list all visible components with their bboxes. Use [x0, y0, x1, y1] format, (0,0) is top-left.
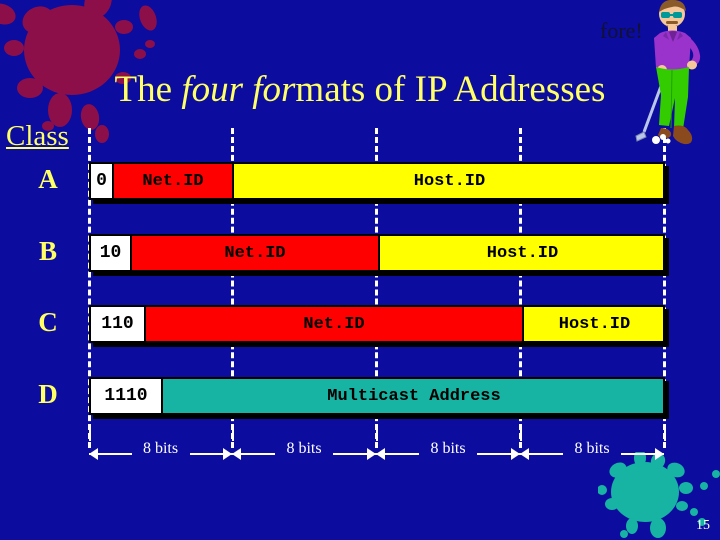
segment-netid-c: Net.ID [144, 307, 524, 341]
segment-hostid-c: Host.ID [522, 307, 663, 341]
ruler-arrow-left-icon [89, 448, 98, 460]
ruler-tick-4 [664, 430, 666, 441]
ruler-arrow-right-icon [223, 448, 232, 460]
title-part-1: The [114, 69, 182, 110]
segment-prefix-a: 0 [91, 164, 114, 198]
ruler-label-1: 8 bits [275, 440, 333, 458]
ruler-measure-2: 8 bits [376, 440, 520, 466]
title-part-italic: four for [181, 69, 296, 110]
address-bar-d: Multicast Address 1110 [89, 377, 665, 415]
ruler-measure-1: 8 bits [232, 440, 376, 466]
ruler-label-0: 8 bits [131, 440, 190, 458]
ruler-label-2: 8 bits [419, 440, 477, 458]
segment-hostid-a: Host.ID [232, 164, 663, 198]
slide-canvas: fore! The four formats of IP Addresses C… [0, 0, 720, 540]
slide-page-number: 15 [696, 518, 710, 533]
address-bar-a: Host.ID Net.ID 0 [89, 162, 665, 200]
address-bar-b: Host.ID Net.ID 10 [89, 234, 665, 272]
class-letter-c: C [38, 307, 58, 337]
segment-hostid-b: Host.ID [378, 236, 663, 270]
ruler-tick-2 [376, 430, 378, 441]
class-letter-b: B [38, 236, 57, 266]
class-column-header: Class [6, 120, 69, 152]
ruler-tick-1 [232, 430, 234, 441]
class-letter-a: A [38, 164, 58, 194]
segment-prefix-d: 1110 [91, 379, 163, 413]
ruler-arrow-right-icon [511, 448, 520, 460]
ruler-arrow-left-icon [232, 448, 241, 460]
ruler-measure-0: 8 bits [89, 440, 232, 466]
ruler-tick-3 [520, 430, 522, 441]
ruler-arrow-right-icon [655, 448, 664, 460]
title-part-2: mats of IP Addresses [295, 69, 606, 110]
segment-netid-a: Net.ID [112, 164, 234, 198]
bit-width-ruler: 8 bits 8 bits 8 bits 8 bits [0, 430, 720, 470]
page-title: The four formats of IP Addresses [0, 68, 720, 111]
ruler-label-3: 8 bits [563, 440, 621, 458]
ruler-arrow-left-icon [520, 448, 529, 460]
ruler-arrow-left-icon [376, 448, 385, 460]
segment-prefix-c: 110 [91, 307, 146, 341]
address-bar-c: Host.ID Net.ID 110 [89, 305, 665, 343]
segment-multicast-d: Multicast Address [161, 379, 663, 413]
segment-prefix-b: 10 [91, 236, 132, 270]
class-letter-d: D [38, 379, 58, 409]
segment-netid-b: Net.ID [130, 236, 380, 270]
ruler-measure-3: 8 bits [520, 440, 664, 466]
ruler-tick-0 [89, 430, 91, 441]
golfer-clipart-icon [635, 0, 701, 145]
ruler-arrow-right-icon [367, 448, 376, 460]
